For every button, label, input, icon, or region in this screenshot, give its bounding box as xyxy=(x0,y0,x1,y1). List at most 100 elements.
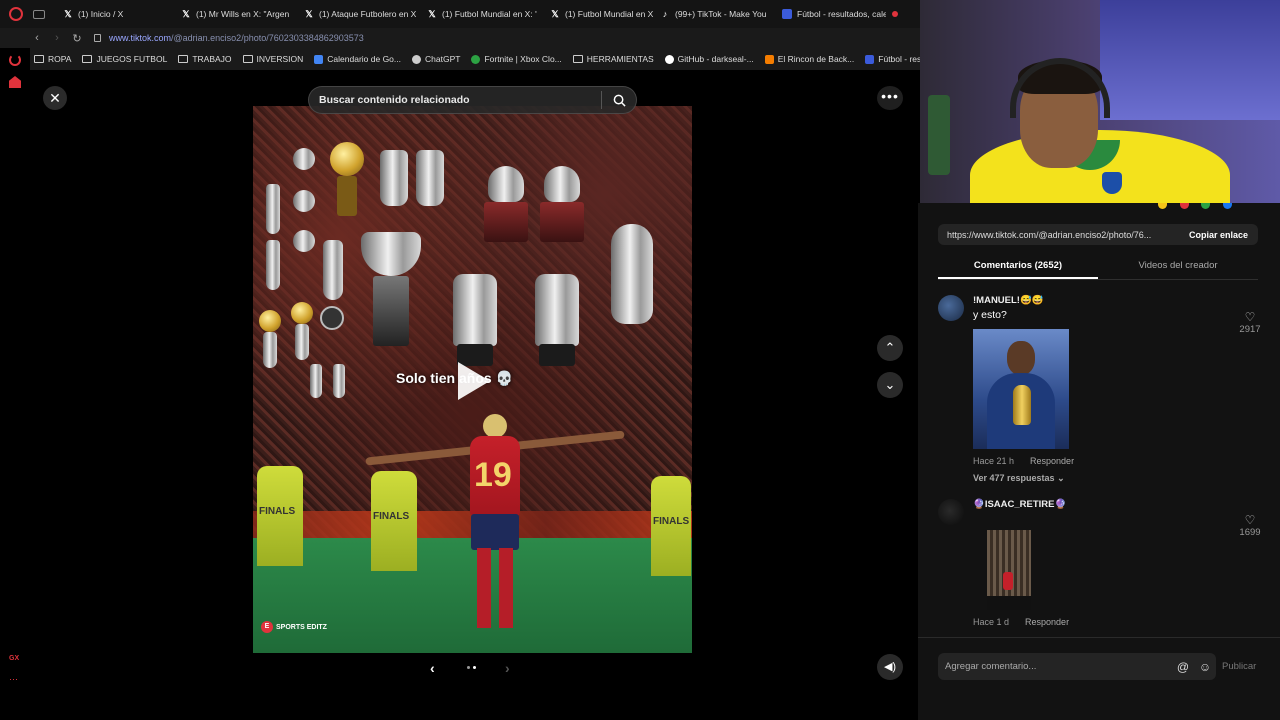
comment-author[interactable]: !MANUEL!😅😅 xyxy=(973,295,1044,306)
browser-tab[interactable]: Fútbol - resultados, cale xyxy=(776,0,886,28)
publish-button[interactable]: Publicar xyxy=(1222,661,1256,672)
x-logo-icon: 𝕏 xyxy=(64,9,72,19)
bookmark-inversion[interactable]: INVERSION xyxy=(242,54,303,64)
home-icon[interactable] xyxy=(9,76,21,88)
comment-author[interactable]: 🔮ISAAC_RETIRE🔮 xyxy=(973,499,1066,510)
bookmark-rincon[interactable]: El Rincon de Back... xyxy=(764,54,854,64)
carousel-prev-icon[interactable]: ‹ xyxy=(430,660,435,676)
search-input[interactable]: Buscar contenido relacionado xyxy=(309,94,601,106)
watermark: E SPORTS EDITZ xyxy=(261,621,327,633)
reply-button[interactable]: Responder xyxy=(1030,456,1074,466)
comment-image[interactable] xyxy=(987,530,1031,610)
gx-control-icon[interactable] xyxy=(9,54,21,66)
view-replies-button[interactable]: Ver 477 respuestas ⌄ xyxy=(973,473,1065,484)
trophy-icon xyxy=(266,184,280,234)
x-logo-icon: 𝕏 xyxy=(182,9,190,19)
carousel-next-icon[interactable]: › xyxy=(505,660,510,676)
more-options-icon[interactable]: ••• xyxy=(877,86,903,110)
x-logo-icon: 𝕏 xyxy=(428,9,436,19)
comment-input-box[interactable]: Agregar comentario... @ ☺ xyxy=(938,653,1216,680)
reload-icon[interactable]: ↻ xyxy=(70,32,84,45)
forward-icon[interactable]: › xyxy=(50,32,64,44)
heart-icon[interactable]: ♡ xyxy=(1232,513,1268,527)
post-photo[interactable]: FINALS FINALS FINALS 19 Solo tien años 💀… xyxy=(253,106,692,653)
emoji-icon[interactable]: ☺ xyxy=(1194,660,1216,674)
related-search-bar[interactable]: Buscar contenido relacionado xyxy=(308,86,637,114)
tab-comments[interactable]: Comentarios (2652) xyxy=(938,253,1098,279)
tiktok-icon: ♪ xyxy=(662,9,668,19)
like-button[interactable]: ♡ 2917 xyxy=(1232,310,1268,335)
browser-tab[interactable]: 𝕏 (1) Mr Wills en X: "Argen xyxy=(175,0,298,28)
browser-tab-bar: 𝕏 (1) Inicio / X 𝕏 (1) Mr Wills en X: "Arg… xyxy=(0,0,920,28)
bookmark-github[interactable]: GitHub - darkseal-... xyxy=(664,54,754,64)
trophy-icon xyxy=(535,274,579,346)
comment-item: 🔮ISAAC_RETIRE🔮 Hace 1 d Responder ♡ 1699 xyxy=(938,499,1268,639)
avatar[interactable] xyxy=(938,499,964,525)
comment-text: y esto? xyxy=(973,309,1007,321)
bookmark-ropa[interactable]: ROPA xyxy=(34,54,71,64)
previous-post-icon[interactable]: ⌃ xyxy=(877,335,903,361)
browser-tab[interactable]: 𝕏 (1) Inicio / X xyxy=(57,0,175,28)
calendar-icon xyxy=(314,54,324,64)
play-icon[interactable] xyxy=(458,362,490,400)
like-button[interactable]: ♡ 1699 xyxy=(1232,513,1268,538)
trophy-icon xyxy=(323,240,343,300)
bookmark-fortnite[interactable]: Fortnite | Xbox Clo... xyxy=(471,54,562,64)
close-icon[interactable]: ✕ xyxy=(43,86,67,110)
url-field[interactable]: www.tiktok.com/@adrian.enciso2/photo/760… xyxy=(109,33,364,43)
browser-tab-active[interactable]: ♪ (99+) TikTok - Make You xyxy=(654,0,776,28)
bookmarks-bar: ROPA JUEGOS FUTBOL TRABAJO INVERSION Cal… xyxy=(0,48,926,70)
comment-input[interactable]: Agregar comentario... xyxy=(938,661,1172,672)
reply-button[interactable]: Responder xyxy=(1025,617,1069,627)
trophy-icon xyxy=(293,230,315,252)
browser-tab[interactable]: 𝕏 (1) Futbol Mundial en X: xyxy=(544,0,654,28)
carousel-dot-active[interactable] xyxy=(473,666,476,669)
folder-icon xyxy=(82,55,93,63)
carousel-dot[interactable] xyxy=(467,666,470,669)
share-icon[interactable] xyxy=(1223,203,1232,209)
opera-logo-icon[interactable] xyxy=(9,7,23,21)
trophy-icon xyxy=(291,302,313,324)
steward: FINALS xyxy=(257,466,303,566)
comment-composer: Agregar comentario... @ ☺ Publicar xyxy=(938,653,1258,680)
search-icon[interactable] xyxy=(602,86,636,114)
bookmark-trabajo[interactable]: TRABAJO xyxy=(178,54,232,64)
trophy-icon xyxy=(266,240,280,290)
bookmark-futbol[interactable]: Fútbol - resu xyxy=(865,54,926,64)
next-post-icon[interactable]: ⌄ xyxy=(877,372,903,398)
browser-tab[interactable]: 𝕏 (1) Ataque Futbolero en X xyxy=(298,0,421,28)
bookmark-chatgpt[interactable]: ChatGPT xyxy=(412,54,460,64)
trophy-icon xyxy=(330,142,364,176)
xbox-icon xyxy=(471,54,481,64)
chatgpt-icon xyxy=(412,54,421,64)
comment-time: Hace 1 d xyxy=(973,617,1010,627)
back-icon[interactable]: ‹ xyxy=(30,32,44,44)
workspaces-icon[interactable] xyxy=(33,9,45,19)
trophy-icon xyxy=(293,148,315,170)
volume-icon[interactable]: ◀) xyxy=(877,654,903,680)
watermark-logo-icon: E xyxy=(261,621,273,633)
heart-icon[interactable]: ♡ xyxy=(1232,310,1268,324)
browser-tab[interactable]: 𝕏 (1) Futbol Mundial en X: ' xyxy=(421,0,544,28)
share-icon[interactable] xyxy=(1158,203,1167,209)
more-options-icon[interactable]: ⋯ xyxy=(9,675,21,688)
bookmark-juegos-futbol[interactable]: JUEGOS FUTBOL xyxy=(82,54,167,64)
lock-icon[interactable] xyxy=(94,34,101,42)
gx-badge[interactable]: GX xyxy=(9,655,23,667)
mention-icon[interactable]: @ xyxy=(1172,660,1194,674)
trophy-icon xyxy=(488,166,524,202)
bookmark-herramientas[interactable]: HERRAMIENTAS xyxy=(572,54,654,64)
share-icon[interactable] xyxy=(1201,203,1210,209)
share-link-text[interactable]: https://www.tiktok.com/@adrian.enciso2/p… xyxy=(938,230,1183,240)
avatar[interactable] xyxy=(938,295,964,321)
bookmark-calendario[interactable]: Calendario de Go... xyxy=(314,54,401,64)
trophy-icon xyxy=(259,310,281,332)
trophy-icon xyxy=(544,166,580,202)
steward: FINALS xyxy=(651,476,691,576)
share-icon[interactable] xyxy=(1180,203,1189,209)
copy-link-button[interactable]: Copiar enlace xyxy=(1183,230,1258,240)
photo-caption-overlay: Solo tien años 💀 xyxy=(396,370,513,386)
tab-creator-videos[interactable]: Videos del creador xyxy=(1098,253,1258,279)
comment-image[interactable] xyxy=(973,329,1069,449)
like-count: 1699 xyxy=(1239,527,1261,538)
